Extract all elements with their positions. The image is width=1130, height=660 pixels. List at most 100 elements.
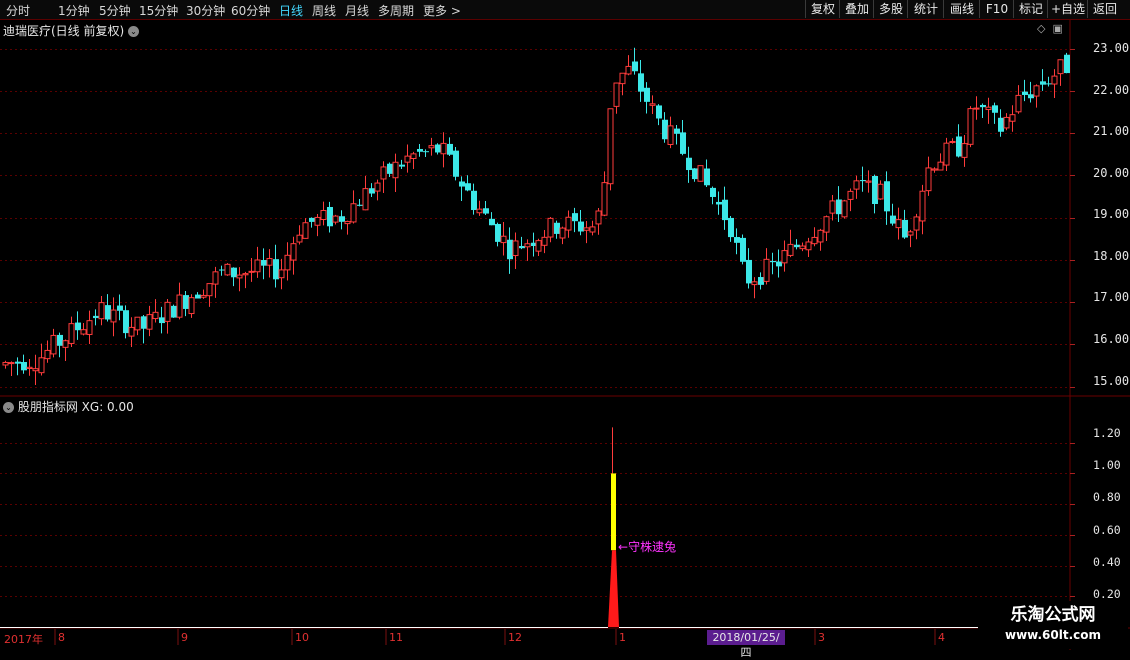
annotation-text: 守株逮兔 xyxy=(628,540,677,554)
candle-body xyxy=(860,180,866,182)
candle-body xyxy=(817,229,824,243)
candle-body xyxy=(662,119,668,140)
candle-body xyxy=(931,168,938,171)
candle-body xyxy=(93,315,99,319)
candle-body xyxy=(242,273,249,276)
candle-body xyxy=(86,320,93,335)
candle-body xyxy=(188,297,195,315)
candle-body xyxy=(751,281,758,286)
candle-body xyxy=(44,349,51,360)
candle-body xyxy=(632,61,638,72)
indicator-title[interactable]: ⌄ 股朋指标网 XG: 0.00 xyxy=(3,398,134,415)
candle-body xyxy=(524,243,531,248)
candle-body xyxy=(117,305,123,311)
main-chart-title[interactable]: 迪瑞医疗(日线 前复权) ⌄ xyxy=(3,22,140,39)
candle-body xyxy=(417,148,423,152)
x-axis-label: 2017年 xyxy=(4,633,43,646)
candle-body xyxy=(489,218,495,226)
candle-body xyxy=(374,182,381,192)
candle-body xyxy=(15,361,21,364)
candle-body xyxy=(638,73,644,92)
candle-body xyxy=(200,294,207,298)
candle-body xyxy=(1003,116,1010,129)
candle-body xyxy=(332,215,339,223)
candle-body xyxy=(261,260,267,266)
candle-body xyxy=(110,309,117,323)
window-restore-icon[interactable]: ▣ xyxy=(1052,22,1062,35)
candle-body xyxy=(1046,83,1052,85)
indicator-value: XG: 0.00 xyxy=(81,400,134,414)
candle-body xyxy=(164,301,171,322)
candle-body xyxy=(829,200,836,214)
candle-body xyxy=(440,142,447,155)
x-axis-label: 10 xyxy=(295,631,309,644)
candle-body xyxy=(302,222,309,239)
indicator-axis-label: 0.40 xyxy=(1093,555,1121,569)
candle-body xyxy=(985,106,992,111)
candle-body xyxy=(495,223,501,242)
candle-body xyxy=(68,323,75,344)
candle-body xyxy=(236,274,243,279)
candle-body xyxy=(435,144,441,153)
candle-body xyxy=(692,168,698,180)
candle-body xyxy=(763,258,770,282)
candle-body xyxy=(811,236,818,245)
candle-body xyxy=(686,157,692,171)
candle-body xyxy=(80,329,87,335)
indicator-name: 股朋指标网 xyxy=(17,400,78,414)
candle-body xyxy=(32,368,39,372)
candle-body xyxy=(350,203,357,223)
candle-body xyxy=(75,322,81,331)
watermark-title: 乐淘公式网 xyxy=(1010,605,1096,625)
candle-body xyxy=(716,201,722,205)
candle-body xyxy=(8,362,15,365)
x-axis-label: 4 xyxy=(938,631,945,644)
indicator-axis-label: 1.20 xyxy=(1093,426,1121,440)
candle-body xyxy=(572,213,578,222)
annotation-arrow: ← xyxy=(618,540,629,554)
candle-body xyxy=(453,150,459,177)
candle-body xyxy=(841,200,848,218)
candle-body xyxy=(980,104,986,108)
chevron-down-icon[interactable]: ⌄ xyxy=(3,402,14,413)
candle-body xyxy=(471,190,477,211)
chevron-down-icon[interactable]: ⌄ xyxy=(128,26,140,37)
candle-body xyxy=(50,334,57,355)
x-axis-label: 1 xyxy=(619,631,626,644)
cursor-date-tag: 2018/01/25/四 xyxy=(707,630,785,659)
grid-lines xyxy=(0,20,1130,650)
candle-body xyxy=(296,234,303,243)
diamond-icon[interactable]: ◇ xyxy=(1037,22,1045,35)
candle-body xyxy=(320,209,327,220)
candle-body xyxy=(266,258,273,266)
candle-body xyxy=(961,143,968,158)
candle-body xyxy=(919,190,926,222)
candle-body xyxy=(327,206,333,227)
candle-body xyxy=(674,128,680,134)
candle-body xyxy=(98,302,105,320)
side-info-strip xyxy=(1120,20,1130,630)
candle-body xyxy=(583,227,590,231)
candle-body xyxy=(105,305,111,320)
candle-body xyxy=(1057,59,1064,75)
candle-body xyxy=(925,167,932,192)
candle-body xyxy=(159,317,165,324)
candle-body xyxy=(465,183,471,191)
candle-body xyxy=(476,208,483,214)
candlestick-series xyxy=(2,47,1070,386)
candle-body xyxy=(387,163,393,174)
x-axis-label: 9 xyxy=(181,631,188,644)
candle-body xyxy=(728,217,734,238)
candle-body xyxy=(613,82,620,107)
x-axis-label: 11 xyxy=(389,631,403,644)
candle-body xyxy=(697,165,704,182)
candle-body xyxy=(595,210,602,225)
candle-body xyxy=(554,222,560,234)
candle-body xyxy=(134,316,141,331)
candle-body xyxy=(500,235,507,244)
indicator-series xyxy=(0,427,1070,628)
candle-body xyxy=(799,245,806,250)
candle-body xyxy=(507,239,513,260)
candle-body xyxy=(956,136,962,157)
signal-bar-yellow xyxy=(611,473,616,551)
